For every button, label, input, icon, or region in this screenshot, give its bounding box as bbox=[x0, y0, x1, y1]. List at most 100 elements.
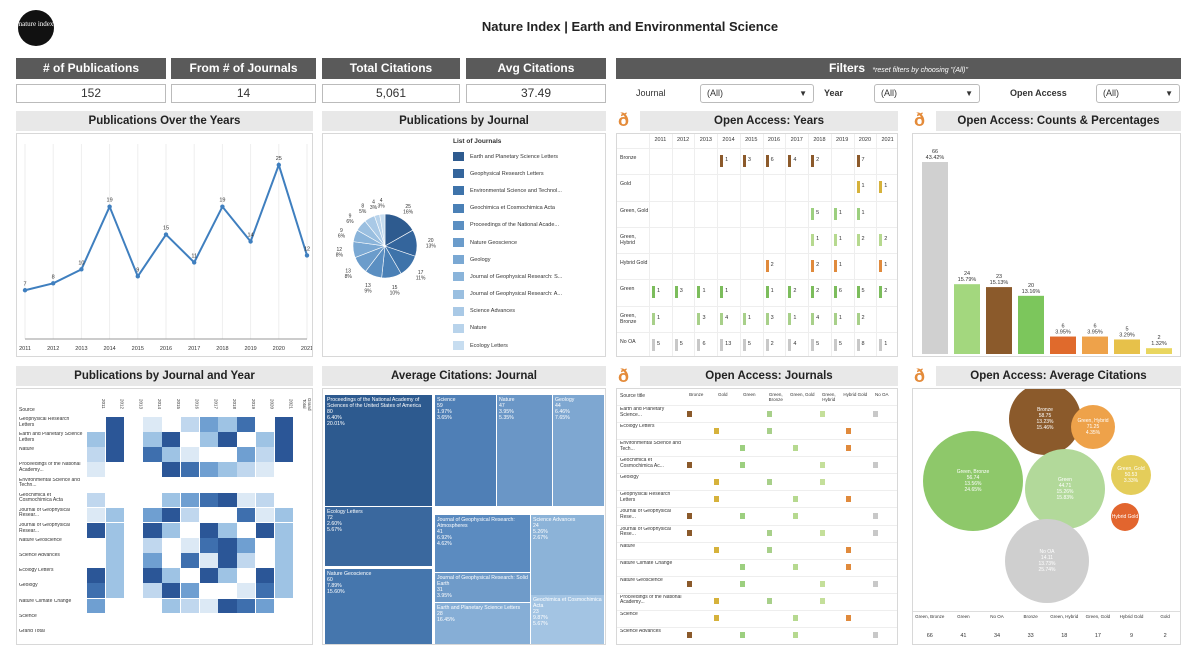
bubble[interactable]: Green, Hybrid 71.25 4.35% bbox=[1071, 405, 1115, 449]
heatmap-cell bbox=[87, 568, 106, 583]
legend-item[interactable]: Nature Geoscience bbox=[453, 234, 603, 251]
treemap-label: Earth and Planetary Science Letters bbox=[437, 605, 521, 611]
oa-year-bar bbox=[833, 233, 837, 246]
treemap-tile[interactable]: Nature Geoscience 60 7.89% 15.60% bbox=[325, 569, 432, 644]
oa-journal-marker bbox=[766, 478, 772, 485]
treemap-tile[interactable]: Science 59 1.97% 3.65% bbox=[435, 395, 496, 506]
legend-item[interactable]: Earth and Planetary Science Letters bbox=[453, 148, 603, 165]
heatmap-cell bbox=[199, 598, 218, 614]
oa-journal-marker bbox=[766, 427, 772, 434]
table-divider bbox=[913, 611, 1180, 612]
oa-year-value: 3 bbox=[702, 314, 706, 321]
treemap-tile[interactable]: Journal of Geophysical Research: Solid E… bbox=[435, 573, 530, 602]
oa-year-value: 1 bbox=[838, 235, 842, 242]
oa-year-bar bbox=[811, 260, 815, 273]
oa-journal-marker bbox=[872, 410, 878, 417]
treemap-tile[interactable]: Nature 47 3.95% 5.35% bbox=[497, 395, 552, 506]
year-header: 2011 bbox=[654, 137, 667, 143]
heatmap-cell bbox=[105, 538, 124, 553]
oa-year-value: 2 bbox=[861, 314, 865, 321]
year-header: 2019 bbox=[836, 137, 849, 143]
legend-item[interactable]: Geophysical Research Letters bbox=[453, 165, 603, 182]
oa-year-bar bbox=[856, 338, 860, 351]
heatmap-row-label: Science Advances bbox=[19, 553, 60, 559]
oa-year-value: 1 bbox=[884, 183, 888, 190]
oa-counts-bar-chart[interactable]: 66 43.42% 24 15.79% 23 15.13% 20 13.16% 6 3.95% 6 3… bbox=[913, 134, 1181, 357]
treemap-tile[interactable]: Geology 44 6.46% 7.65% bbox=[553, 395, 604, 506]
legend-item[interactable]: Nature bbox=[453, 320, 603, 337]
heatmap-year: 2014 bbox=[157, 398, 162, 409]
treemap-tile[interactable]: Proceedings of the National Academy of S… bbox=[325, 395, 432, 506]
legend-item[interactable]: Proceedings of the National Acade... bbox=[453, 217, 603, 234]
treemap-tile[interactable]: Ecology Letters 72 2.60% 5.67% bbox=[325, 507, 432, 566]
oa-journal-marker bbox=[819, 461, 825, 468]
bar bbox=[986, 287, 1012, 354]
legend-item[interactable]: Journal of Geophysical Research: A... bbox=[453, 286, 603, 303]
kpi-avg-value: 37.49 bbox=[466, 84, 606, 103]
treemap-tile[interactable]: Geochimica et Cosmochimica Acta 23 9.87% 5.… bbox=[531, 595, 604, 644]
oa-row-label: Bronze bbox=[620, 155, 637, 162]
oa-filter-select[interactable]: (All) ▼ bbox=[1096, 84, 1180, 103]
bubble-table-value: 66 bbox=[926, 633, 933, 639]
legend-item[interactable]: Science Advances bbox=[453, 303, 603, 320]
oa-journals-title: Open Access: Journals bbox=[640, 366, 898, 386]
heatmap-cell bbox=[218, 492, 237, 508]
bar bbox=[954, 284, 980, 354]
heatmap-cell bbox=[143, 583, 162, 599]
oa-year-bar bbox=[811, 338, 815, 351]
heatmap-year: 2019 bbox=[250, 398, 256, 409]
journal-filter-select[interactable]: (All) ▼ bbox=[700, 84, 814, 103]
legend-item[interactable]: Journal of Geophysical Research: S... bbox=[453, 268, 603, 285]
treemap-label: 7.65% bbox=[555, 415, 570, 421]
year-filter-select[interactable]: (All) ▼ bbox=[874, 84, 980, 103]
oa-journals-header: No OA bbox=[874, 392, 889, 397]
bubble[interactable]: Hybrid Gold bbox=[1111, 503, 1139, 531]
slice-label: 13 8% bbox=[345, 268, 353, 280]
heatmap-cell bbox=[105, 522, 124, 538]
legend-item[interactable]: Geochimica et Cosmochimica Acta bbox=[453, 200, 603, 217]
column-divider bbox=[876, 134, 878, 356]
heatmap-row-label: Nature Climate Change bbox=[19, 598, 72, 604]
bubble[interactable]: No OA 14.11 13.73% 25.74% bbox=[1005, 519, 1089, 603]
data-label: 8 bbox=[52, 274, 55, 280]
row-divider bbox=[617, 200, 897, 202]
treemap-label: 3.65% bbox=[437, 415, 452, 421]
oa-year-value: 1 bbox=[884, 340, 888, 347]
pubs-years-line-chart[interactable]: 7 8 10 19 9 15 11 19 14 25 12 2011 2012 2013 2014 2015 2… bbox=[17, 134, 313, 357]
oa-journals-header: Gold bbox=[717, 392, 728, 397]
column-divider bbox=[762, 134, 764, 356]
bubble-table-label: Green, Gold bbox=[1085, 614, 1111, 619]
heatmap-cell bbox=[199, 432, 218, 447]
heatmap-cell bbox=[274, 432, 293, 447]
nature-index-logo[interactable]: nature index bbox=[18, 10, 54, 46]
x-tick-label: 2014 bbox=[103, 346, 115, 352]
bubble[interactable]: Green, Gold 50.53 3.33% bbox=[1111, 455, 1151, 495]
heatmap-cell bbox=[274, 507, 293, 523]
legend-item[interactable]: Ecology Letters bbox=[453, 337, 603, 354]
data-label: 25 bbox=[276, 156, 282, 162]
legend-swatch bbox=[453, 169, 464, 179]
legend-item[interactable]: Geology bbox=[453, 251, 603, 268]
bubble[interactable]: Green, Bronze 56.74 13.56% 24.65% bbox=[923, 431, 1023, 531]
oa-year-value: 3 bbox=[679, 288, 683, 295]
data-label: 9 bbox=[136, 267, 139, 273]
legend-label: Journal of Geophysical Research: A... bbox=[470, 291, 563, 298]
bubble-table-value: 18 bbox=[1061, 633, 1068, 639]
data-label: 14 bbox=[248, 233, 254, 239]
bubble[interactable]: Green 44.71 15.26% 15.83% bbox=[1025, 449, 1105, 529]
oa-year-value: 2 bbox=[816, 288, 820, 295]
heatmap-cell bbox=[274, 522, 293, 538]
bubble[interactable]: Bronze 58.75 13.23% 15.46% bbox=[1009, 389, 1081, 455]
treemap-tile[interactable]: Journal of Geophysical Research: Atmosph… bbox=[435, 515, 530, 572]
treemap-tile[interactable]: Earth and Planetary Science Letters 28 16.… bbox=[435, 603, 530, 644]
legend-label: Nature Geoscience bbox=[470, 239, 518, 246]
oa-journal-marker bbox=[872, 581, 878, 588]
bubble-label: 3.33% bbox=[1123, 478, 1139, 484]
legend-item[interactable]: Environmental Science and Technol... bbox=[453, 182, 603, 199]
row-divider bbox=[617, 331, 897, 333]
pubs-journal-pie-chart[interactable]: 25 16% 20 13% 17 11% 15 10% 13 9% 13 8% 12 8% 9 6%9 6% 8 5… bbox=[323, 134, 447, 357]
treemap-label: 15.60% bbox=[327, 589, 345, 595]
open-access-icon: ð bbox=[914, 366, 925, 386]
heatmap-cell bbox=[143, 568, 162, 583]
heatmap-cell bbox=[255, 507, 274, 523]
